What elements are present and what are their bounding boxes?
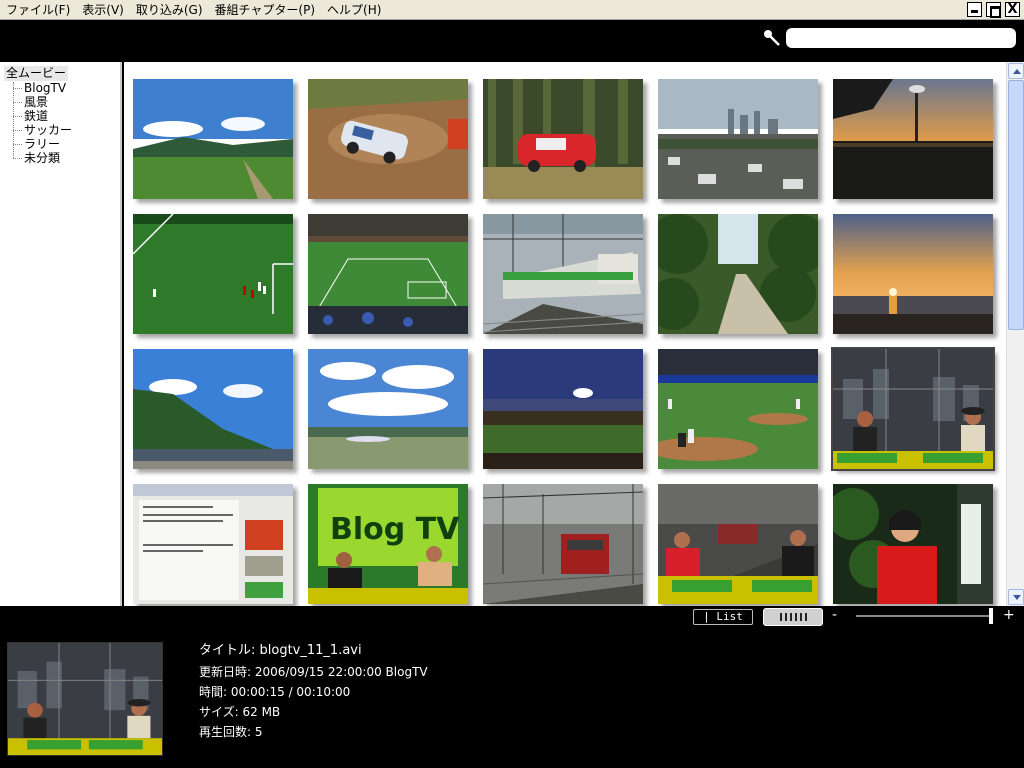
thumbnail-view-button[interactable] (763, 608, 823, 626)
thumbnail-selected[interactable] (831, 347, 995, 471)
info-title: タイトル: blogtv_11_1.avi (199, 643, 362, 658)
file-info: タイトル: blogtv_11_1.avi 更新日時: 2006/09/15 2… (199, 640, 428, 742)
minimize-button[interactable] (967, 2, 982, 17)
search-bar (0, 20, 1024, 62)
details-panel: | List - + タイトル: blogtv_11_1.avi 更新日時: 2… (0, 606, 1024, 768)
thumbnail[interactable] (658, 79, 818, 199)
thumbnail[interactable] (133, 214, 293, 334)
info-updated: 更新日時: 2006/09/15 22:00:00 BlogTV (199, 665, 428, 679)
thumbnail[interactable] (308, 214, 468, 334)
thumbnail[interactable] (483, 349, 643, 469)
thumbnail[interactable] (658, 349, 818, 469)
thumbnail[interactable] (658, 214, 818, 334)
window-controls: X (967, 2, 1020, 18)
tree-item-uncategorized[interactable]: 未分類 (13, 151, 60, 165)
scroll-up-button[interactable] (1008, 63, 1024, 79)
zoom-out-button[interactable]: - (832, 607, 837, 623)
close-button[interactable]: X (1005, 2, 1020, 17)
scroll-down-button[interactable] (1008, 589, 1024, 605)
thumbnail[interactable] (308, 79, 468, 199)
menu-bar: ファイル(F) 表示(V) 取り込み(G) 番組チャプター(P) ヘルプ(H) … (0, 0, 1024, 20)
thumbnail[interactable] (483, 214, 643, 334)
maximize-button[interactable] (986, 2, 1001, 18)
thumbnail[interactable] (133, 484, 293, 604)
thumbnail-grid: Blog TV (124, 62, 1006, 606)
tree-item-railway[interactable]: 鉄道 (13, 109, 48, 123)
menu-view[interactable]: 表示(V) (76, 0, 130, 20)
info-duration: 時間: 00:00:15 / 00:10:00 (199, 685, 351, 699)
menu-help[interactable]: ヘルプ(H) (321, 0, 387, 20)
menu-chapters[interactable]: 番組チャプター(P) (209, 0, 321, 20)
zoom-slider[interactable] (856, 615, 992, 617)
tree-item-scenery[interactable]: 風景 (13, 95, 48, 109)
menu-import[interactable]: 取り込み(G) (130, 0, 209, 20)
tree-item-rally[interactable]: ラリー (13, 137, 60, 151)
thumbnail[interactable]: Blog TV (308, 484, 468, 604)
tree-item-blogtv[interactable]: BlogTV (13, 81, 66, 95)
thumbnail[interactable] (833, 79, 993, 199)
list-view-button[interactable]: | List (693, 609, 753, 625)
thumbnail[interactable] (133, 79, 293, 199)
category-tree: 全ムービー BlogTV 風景 鉄道 サッカー ラリー 未分類 (0, 62, 122, 606)
thumbnail[interactable] (483, 484, 643, 604)
scrollbar-thumb[interactable] (1008, 80, 1024, 330)
grid-view-icon (780, 613, 808, 621)
menu-file[interactable]: ファイル(F) (0, 0, 76, 20)
vertical-scrollbar[interactable] (1006, 62, 1024, 606)
info-size: サイズ: 62 MB (199, 705, 281, 719)
thumbnail[interactable] (658, 484, 818, 604)
thumbnail[interactable] (133, 349, 293, 469)
svg-text:Blog TV: Blog TV (330, 512, 460, 547)
thumbnail[interactable] (308, 349, 468, 469)
thumbnail[interactable] (483, 79, 643, 199)
search-input[interactable] (786, 28, 1016, 48)
thumbnail[interactable] (833, 214, 993, 334)
info-play-count: 再生回数: 5 (199, 725, 263, 739)
zoom-in-button[interactable]: + (1003, 607, 1015, 623)
tree-root-all-movies[interactable]: 全ムービー (4, 66, 69, 81)
tree-item-soccer[interactable]: サッカー (13, 123, 72, 137)
search-icon[interactable] (763, 29, 783, 49)
preview-image[interactable] (7, 642, 163, 756)
thumbnail[interactable] (833, 484, 993, 604)
zoom-slider-handle[interactable] (989, 608, 993, 624)
